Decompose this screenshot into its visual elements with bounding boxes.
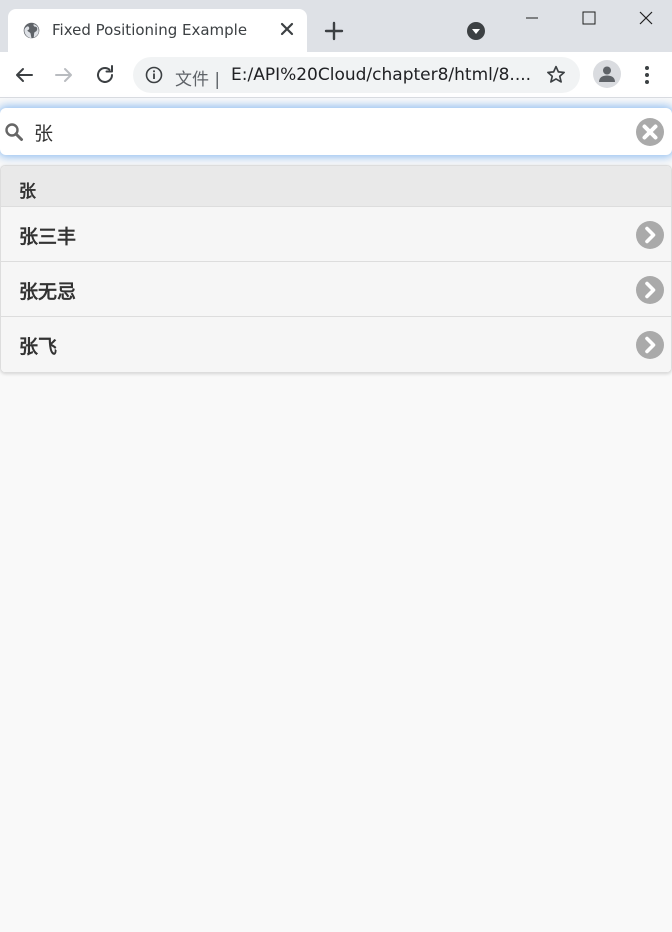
- profile-avatar[interactable]: [593, 60, 621, 88]
- info-icon[interactable]: [145, 66, 163, 84]
- close-window-icon: [639, 11, 653, 25]
- list-item-label: 张飞: [19, 336, 58, 358]
- maximize-button[interactable]: [560, 0, 618, 36]
- list-item[interactable]: 张三丰: [1, 207, 671, 262]
- forward-arrow-icon[interactable]: [52, 63, 76, 87]
- search-bar: [0, 108, 672, 155]
- search-input[interactable]: [30, 115, 620, 149]
- url-text[interactable]: E:/API%20Cloud/chapter8/html/8....: [231, 65, 531, 85]
- address-bar[interactable]: 文件 | E:/API%20Cloud/chapter8/html/8....: [133, 57, 580, 93]
- more-menu-icon[interactable]: [637, 63, 657, 87]
- clear-search-icon[interactable]: [635, 117, 665, 147]
- tab-search-icon[interactable]: [466, 21, 486, 41]
- chevron-right-icon: [636, 221, 664, 249]
- bookmark-star-icon[interactable]: [545, 64, 567, 86]
- new-tab-icon[interactable]: [322, 19, 346, 43]
- list-item-label: 张无忌: [19, 281, 77, 303]
- security-chip[interactable]: 文件 |: [175, 65, 220, 90]
- list-divider: 张: [1, 166, 671, 207]
- browser-tab[interactable]: Fixed Positioning Example: [8, 9, 307, 52]
- tab-title: Fixed Positioning Example: [52, 21, 248, 39]
- tab-strip: Fixed Positioning Example: [0, 0, 672, 52]
- browser-toolbar: 文件 | E:/API%20Cloud/chapter8/html/8....: [0, 52, 672, 98]
- list-item-label: 张三丰: [19, 226, 77, 248]
- minimize-icon: [526, 17, 538, 19]
- minimize-button[interactable]: [503, 0, 561, 36]
- list-item[interactable]: 张飞: [1, 317, 671, 372]
- filtered-listview: 张 张三丰 张无忌 张飞: [0, 165, 672, 373]
- list-item[interactable]: 张无忌: [1, 262, 671, 317]
- close-window-button[interactable]: [617, 0, 672, 36]
- search-icon: [5, 123, 23, 141]
- chevron-right-icon: [636, 276, 664, 304]
- person-icon: [599, 66, 615, 82]
- chevron-right-icon: [636, 331, 664, 359]
- reload-icon[interactable]: [93, 63, 117, 87]
- maximize-icon: [582, 11, 596, 25]
- back-arrow-icon[interactable]: [12, 63, 36, 87]
- globe-icon: [23, 22, 40, 39]
- list-divider-label: 张: [19, 182, 36, 202]
- close-tab-icon[interactable]: [278, 20, 296, 38]
